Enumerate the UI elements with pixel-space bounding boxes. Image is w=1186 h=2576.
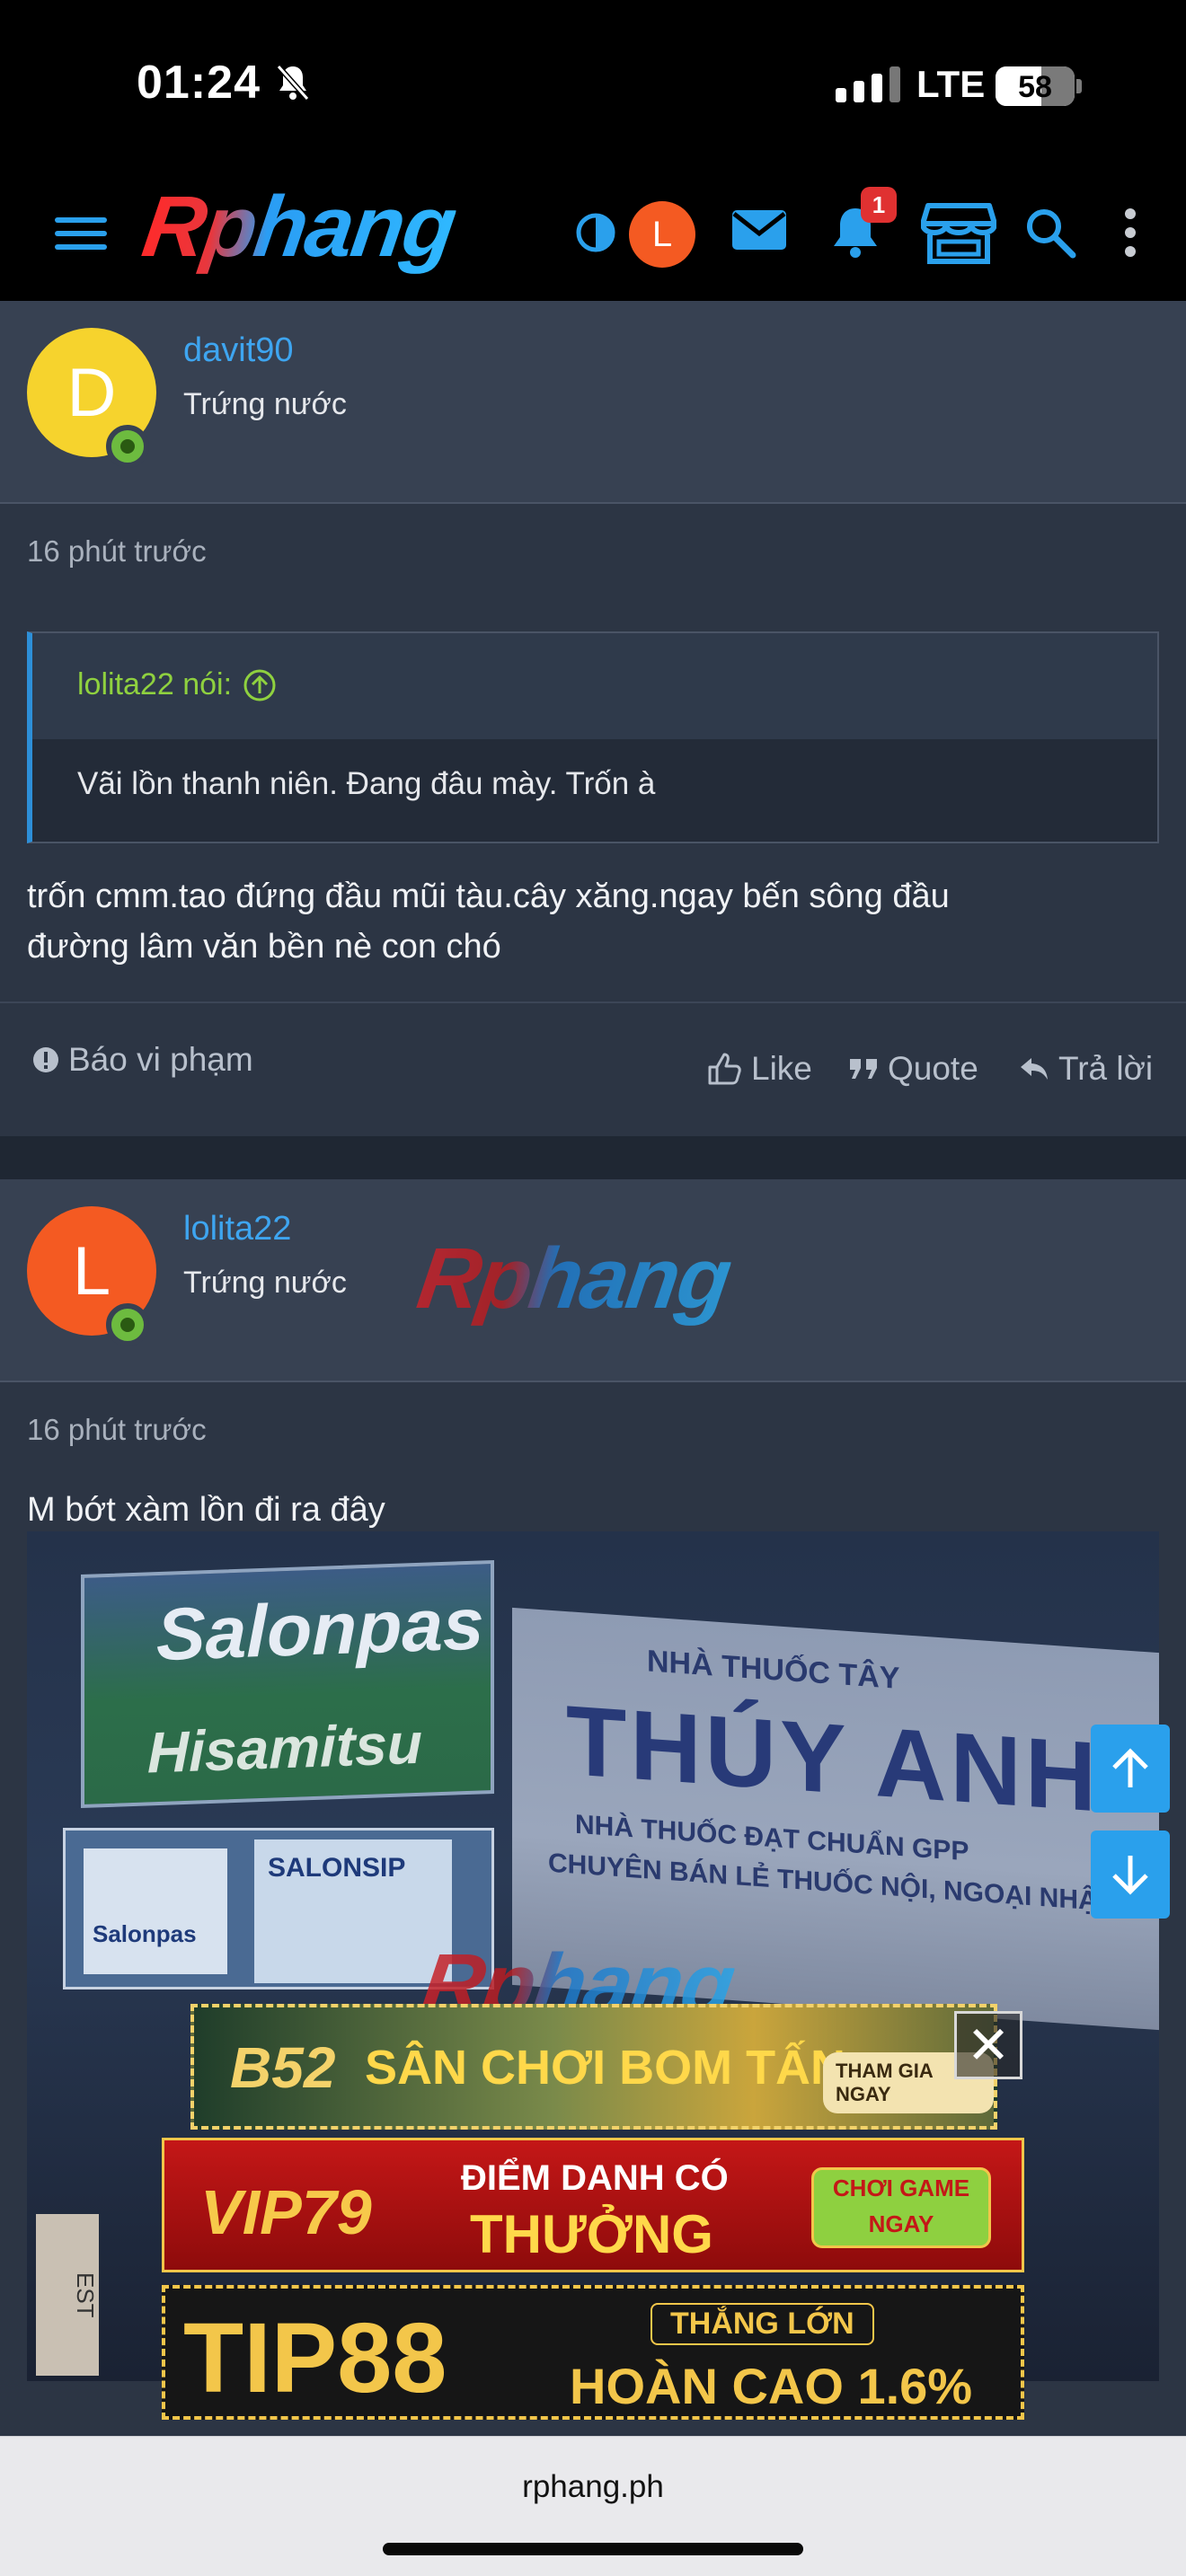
report-button[interactable]: Báo vi phạm: [32, 1041, 253, 1079]
post-body: M bớt xàm lồn đi ra đây: [27, 1491, 385, 1529]
quote-block: lolita22 nói: Vãi lồn thanh niên. Đang đ…: [27, 631, 1159, 843]
battery-tip: [1076, 79, 1082, 93]
quote-author-link[interactable]: lolita22 nói:: [77, 667, 277, 702]
ad-banner-tip88[interactable]: TIP88 THẮNG LỚN HOÀN CAO 1.6%: [162, 2285, 1024, 2420]
like-button[interactable]: Like: [706, 1050, 812, 1088]
product-box: Salonpas: [84, 1848, 227, 1974]
ad-brand: TIP88: [183, 2303, 447, 2413]
notification-badge: 1: [861, 187, 897, 223]
quote-label: Quote: [888, 1050, 978, 1087]
battery-percent: 58: [1018, 70, 1052, 104]
quote-author-name: lolita22 nói:: [77, 667, 233, 701]
ad-headline: ĐIỂM DANH CÓ: [461, 2158, 729, 2198]
search-icon[interactable]: [1022, 205, 1078, 260]
salonpas-sign: Salonpas Hisamitsu: [81, 1559, 494, 1809]
author-title: Trứng nước: [183, 387, 347, 421]
post-author-header: D davit90 Trứng nước: [0, 301, 1186, 504]
ad-headline: HOÀN CAO 1.6%: [570, 2358, 973, 2414]
status-bar: 01:24 LTE 58: [0, 0, 1186, 175]
ad-cta: CHƠI GAME NGAY: [811, 2167, 991, 2248]
product-box-label: SALONSIP: [268, 1853, 406, 1883]
author-username[interactable]: lolita22: [183, 1210, 291, 1248]
post-actions: Báo vi phạm Like Quote Trả lời: [0, 1001, 1186, 1136]
online-status-icon: [106, 1303, 149, 1346]
quote-icon: [850, 1059, 877, 1079]
sign-sub-text: Hisamitsu: [147, 1710, 422, 1786]
close-ad-button[interactable]: ✕: [954, 2011, 1022, 2079]
thumbs-up-icon: [708, 1053, 741, 1085]
post-body-line: đường lâm văn bền nè con chó: [27, 928, 501, 966]
status-time: 01:24: [137, 57, 261, 109]
browser-address-bar[interactable]: rphang.ph: [0, 2436, 1186, 2576]
post-author-header: L lolita22 Trứng nước Rphang: [0, 1179, 1186, 1382]
scroll-to-bottom-button[interactable]: [1091, 1831, 1170, 1919]
sign-brand-text: Salonpas: [156, 1583, 484, 1677]
home-indicator[interactable]: [383, 2543, 803, 2555]
reply-button[interactable]: Trả lời: [1019, 1050, 1153, 1088]
network-type: LTE: [916, 63, 986, 105]
quote-button[interactable]: Quote: [848, 1050, 978, 1088]
arrow-up-icon: [1112, 1748, 1148, 1787]
post-time[interactable]: 16 phút trước: [27, 1413, 207, 1447]
ad-brand: VIP79: [200, 2177, 372, 2247]
site-logo[interactable]: Rphang: [137, 178, 461, 277]
pharmacy-sign-name: THÚY ANH: [566, 1685, 1101, 1833]
silent-mode-icon: [275, 63, 311, 107]
post: D davit90 Trứng nước 16 phút trước lolit…: [0, 301, 1186, 1136]
post-time[interactable]: 16 phút trước: [27, 534, 207, 569]
ad-headline: THƯỞNG: [470, 2204, 713, 2264]
arrow-down-icon: [1112, 1856, 1148, 1895]
pharmacy-sign-line: CHUYÊN BÁN LẺ THUỐC NỘI, NGOẠI NHẬP: [548, 1848, 1116, 1918]
author-title: Trứng nước: [183, 1266, 347, 1300]
url-text[interactable]: rphang.ph: [0, 2469, 1186, 2505]
scroll-to-top-button[interactable]: [1091, 1725, 1170, 1813]
more-icon[interactable]: [1114, 205, 1146, 260]
reply-icon: [1021, 1058, 1048, 1080]
ad-banner-vip79[interactable]: VIP79 ĐIỂM DANH CÓ THƯỞNG CHƠI GAME NGAY: [162, 2138, 1024, 2272]
cellular-signal-icon: [836, 66, 900, 102]
theme-toggle-icon[interactable]: [573, 210, 618, 255]
menu-icon[interactable]: [52, 210, 110, 257]
battery-icon: 58: [996, 66, 1075, 106]
go-to-quote-icon[interactable]: [243, 668, 277, 702]
reply-label: Trả lời: [1058, 1050, 1154, 1087]
mail-icon[interactable]: [730, 205, 789, 255]
ad-headline: SÂN CHƠI BOM TẤN: [365, 2041, 846, 2095]
online-status-icon: [106, 425, 149, 468]
ad-headline: THẮNG LỚN: [651, 2303, 874, 2345]
post-body: trốn cmm.tao đứng đầu mũi tàu.cây xăng.n…: [27, 871, 1150, 972]
store-icon[interactable]: [920, 199, 997, 266]
watermark-logo: Rphang: [412, 1231, 736, 1327]
alert-icon: [33, 1047, 58, 1072]
quote-text: Vãi lồn thanh niên. Đang đâu mày. Trốn à: [77, 766, 656, 801]
user-avatar[interactable]: L: [629, 201, 695, 268]
ad-banner-b52[interactable]: B52 SÂN CHƠI BOM TẤN THAM GIA NGAY: [190, 2004, 997, 2130]
product-box-label: Salonpas: [93, 1920, 197, 1947]
ad-brand: B52: [230, 2035, 336, 2100]
post-body-line: trốn cmm.tao đứng đầu mũi tàu.cây xăng.n…: [27, 878, 950, 915]
report-label: Báo vi phạm: [68, 1041, 253, 1078]
like-label: Like: [751, 1050, 812, 1087]
street-sign-text: EST: [36, 2214, 99, 2376]
pharmacy-sign-top: NHÀ THUỐC TÂY: [647, 1644, 900, 1696]
quote-header: lolita22 nói:: [32, 633, 1157, 739]
author-username[interactable]: davit90: [183, 331, 294, 370]
